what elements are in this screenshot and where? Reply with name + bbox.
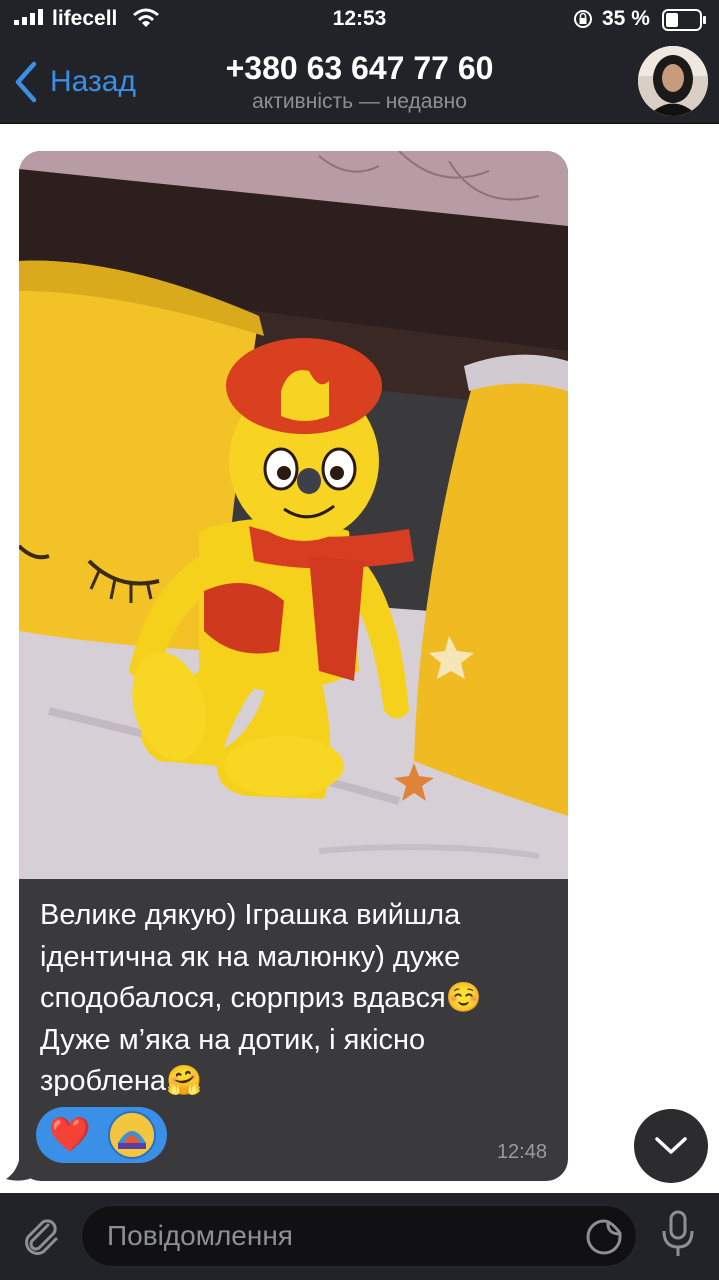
battery-percent: 35 % [602,7,650,30]
message-text: Велике дякую) Іграшка вийшла ідентична я… [40,899,482,1097]
message-input-field[interactable] [81,1205,637,1267]
reactor-avatar [108,1111,156,1159]
message-time: 12:48 [496,1141,547,1163]
message-input[interactable] [107,1206,577,1266]
chat-header: Назад +380 63 647 77 60 активність — нед… [0,40,719,124]
sticker-icon[interactable] [585,1218,623,1256]
chat-title[interactable]: +380 63 647 77 60 [0,50,719,87]
chat-area[interactable]: Велике дякую) Іграшка вийшла ідентична я… [0,125,719,1193]
incoming-message[interactable]: Велике дякую) Іграшка вийшла ідентична я… [19,151,568,1181]
paperclip-icon[interactable] [18,1213,62,1257]
contact-avatar[interactable] [638,46,708,116]
heart-reaction[interactable]: ❤️ [49,1115,91,1155]
rotation-lock-icon [574,10,592,28]
scroll-down-button[interactable] [634,1109,708,1183]
input-bar [0,1193,719,1280]
chat-status: активність — недавно [252,90,467,113]
status-bar: lifecell 12:53 35 % [0,0,719,40]
reactions-bar[interactable]: ❤️ [36,1107,167,1163]
chevron-down-icon [655,1137,687,1154]
message-photo[interactable] [19,151,568,879]
battery-icon [662,9,706,31]
microphone-icon[interactable] [658,1209,698,1259]
